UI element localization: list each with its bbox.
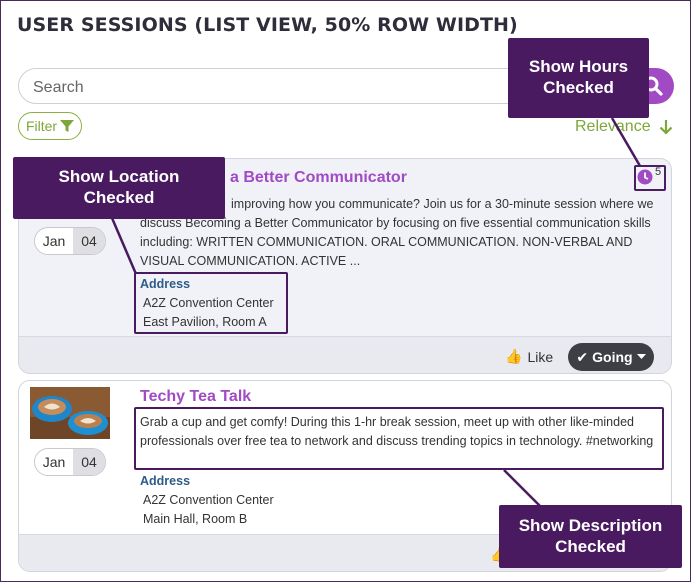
annotation-show-hours: Show Hours Checked	[508, 38, 649, 118]
date-month: Jan	[42, 233, 66, 249]
going-button[interactable]: ✔ Going	[568, 343, 654, 371]
thumbs-up-icon: 👍	[505, 348, 523, 364]
date-day: 04	[73, 449, 105, 475]
sort-label: Relevance	[575, 118, 651, 135]
check-icon: ✔	[576, 348, 589, 365]
page-title: USER SESSIONS (LIST VIEW, 50% ROW WIDTH)	[17, 14, 518, 36]
address-line: Main Hall, Room B	[143, 512, 248, 526]
annotation-show-description: Show Description Checked	[499, 505, 682, 568]
search-input[interactable]	[31, 77, 535, 99]
date-badge: Jan 04	[34, 227, 106, 255]
date-month: Jan	[42, 454, 66, 470]
like-label: Like	[527, 348, 554, 365]
annotation-show-location: Show Location Checked	[13, 157, 225, 219]
filter-icon	[60, 120, 75, 132]
sort-link[interactable]: Relevance	[575, 118, 673, 136]
date-badge: Jan 04	[34, 448, 106, 476]
arrow-down-icon	[659, 120, 672, 135]
address-line: A2Z Convention Center	[143, 493, 274, 507]
going-label: Going	[592, 349, 633, 365]
like-button[interactable]: 👍 Like	[505, 348, 553, 365]
description-highlight	[134, 407, 664, 470]
session-title[interactable]: Techy Tea Talk	[140, 388, 251, 406]
date-day: 04	[73, 228, 105, 254]
hours-highlight	[634, 165, 666, 191]
session-thumbnail	[30, 387, 110, 439]
caret-down-icon	[636, 354, 646, 359]
session-title[interactable]: a Better Communicator	[230, 169, 407, 187]
location-highlight	[134, 272, 288, 334]
address-label: Address	[140, 474, 191, 488]
filter-label: Filter	[25, 118, 58, 134]
filter-button[interactable]: Filter	[18, 112, 82, 140]
